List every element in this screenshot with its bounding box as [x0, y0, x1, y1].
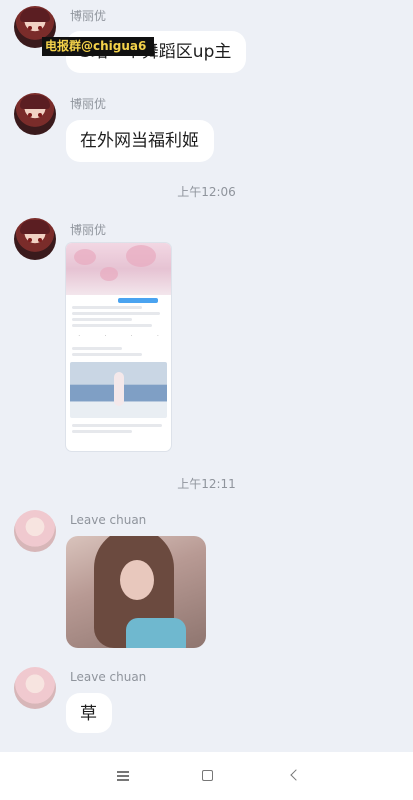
timestamp: 上午12:11 — [177, 477, 236, 491]
menu-icon[interactable] — [103, 760, 143, 792]
watermark-overlay: 电报群@chigua6 — [42, 37, 154, 56]
sender-name: 博丽优 — [70, 9, 107, 23]
avatar[interactable] — [14, 218, 56, 260]
message-bubble[interactable]: 在外网当福利姬 — [66, 120, 214, 162]
sender-name: Leave chuan — [70, 670, 147, 684]
home-icon[interactable] — [187, 760, 227, 792]
avatar[interactable] — [14, 93, 56, 135]
avatar[interactable] — [14, 667, 56, 709]
system-nav-bar — [0, 752, 413, 800]
back-icon[interactable] — [275, 760, 315, 792]
sender-name: Leave chuan — [70, 513, 147, 527]
timestamp: 上午12:06 — [177, 185, 236, 199]
chat-screen: 博丽优 S站一个舞蹈区up主 电报群@chigua6 博丽优 在外网当福利姬 上… — [0, 0, 413, 800]
sender-name: 博丽优 — [70, 223, 107, 237]
message-bubble[interactable]: 草 — [66, 693, 112, 733]
avatar[interactable] — [14, 510, 56, 552]
sender-name: 博丽优 — [70, 97, 107, 111]
image-message[interactable]: · · · · — [66, 243, 171, 451]
image-message[interactable] — [66, 536, 206, 648]
